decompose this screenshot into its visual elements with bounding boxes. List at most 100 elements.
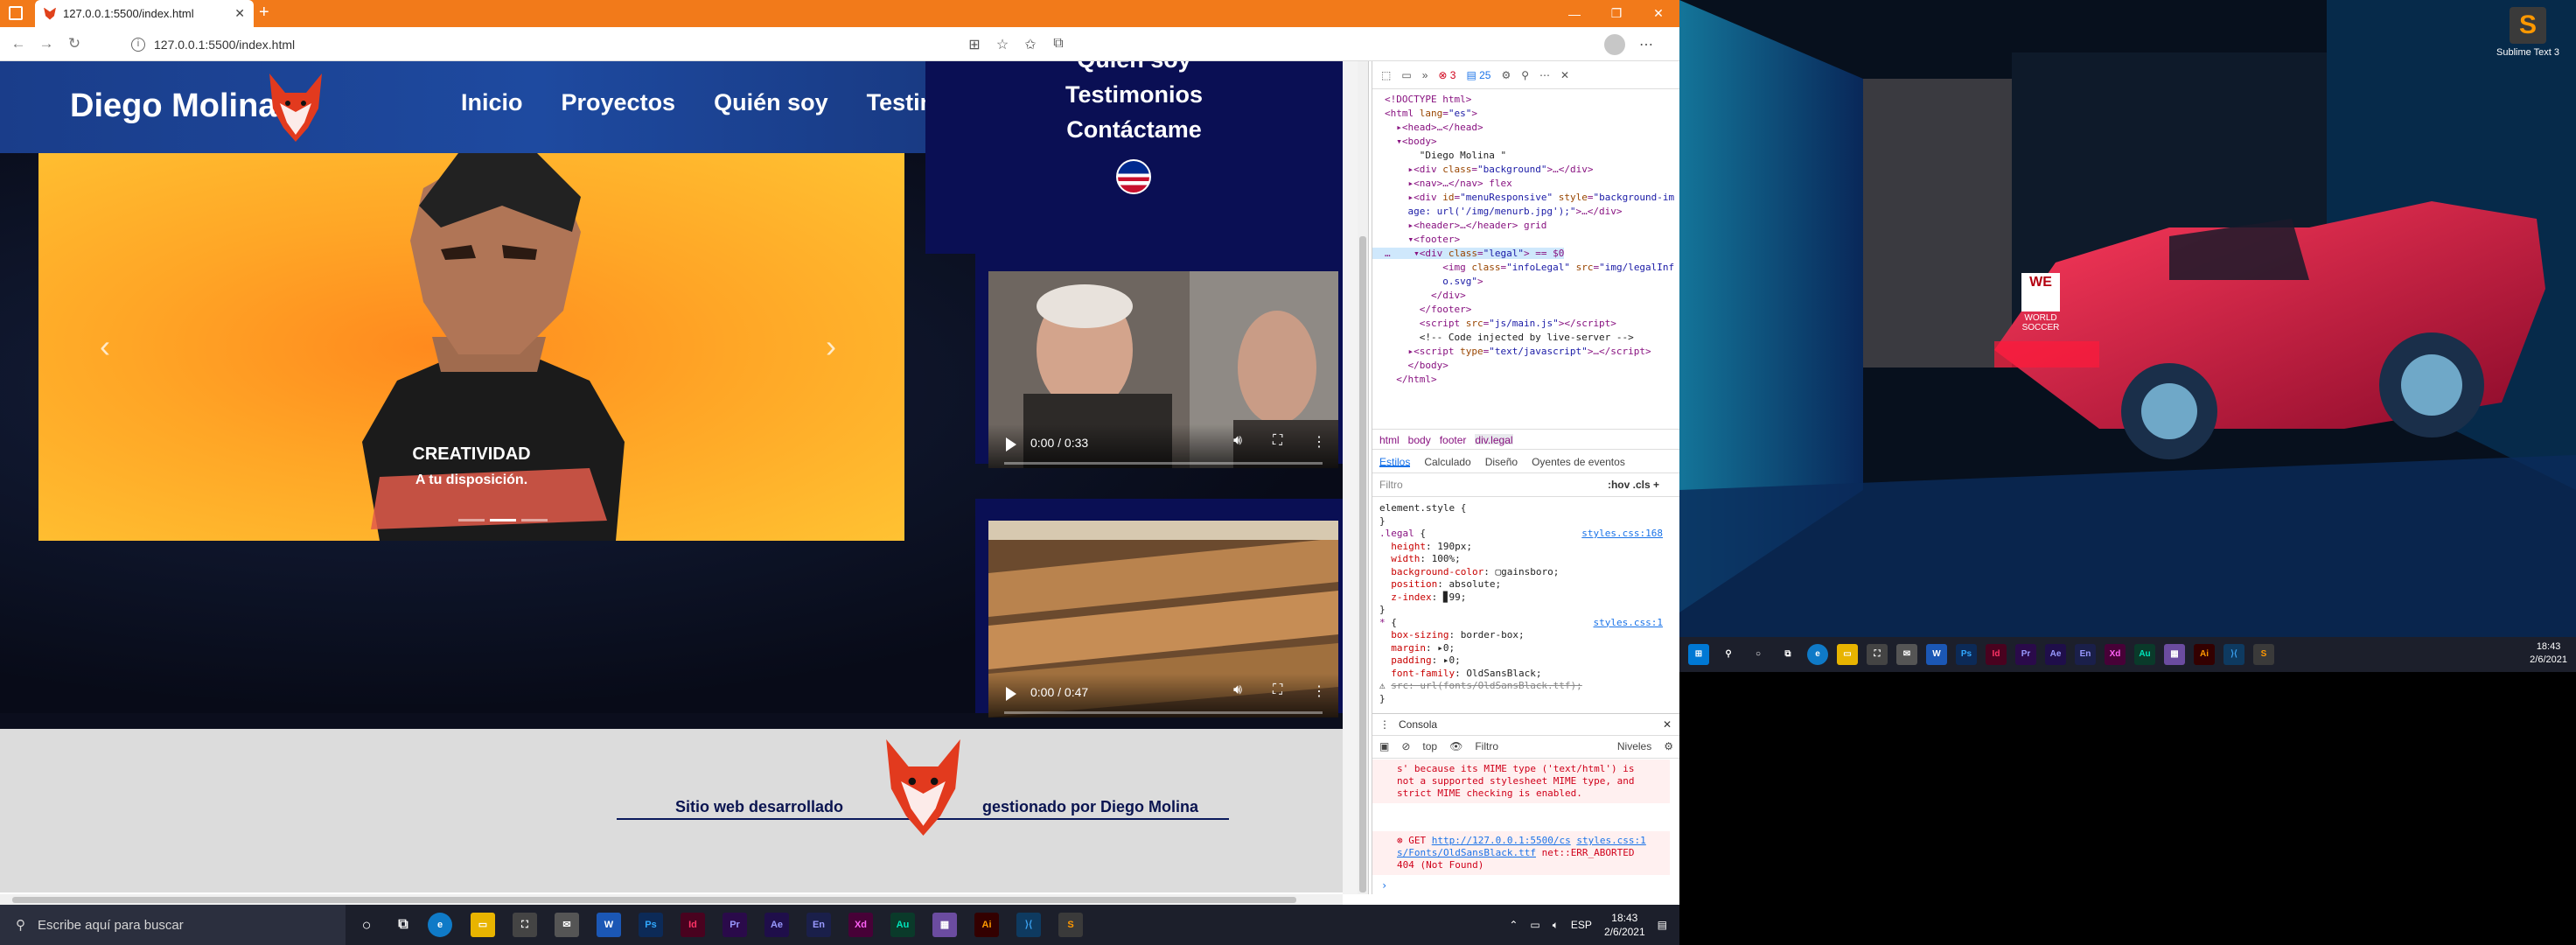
video-2-fullscreen-icon[interactable]: ⛶ [1273,682,1282,698]
more-menu-icon[interactable]: ⋯ [1637,36,1655,53]
start-icon[interactable]: ⊞ [1688,644,1709,665]
dom-line[interactable]: <img class="infoLegal" src="img/legalInf [1385,262,1674,273]
dom-line[interactable]: </body> [1385,360,1448,371]
vertical-scroll-thumb[interactable] [1359,236,1366,892]
app-icon[interactable]: ▦ [932,913,957,937]
nav-inicio[interactable]: Inicio [461,89,523,116]
tab-actions-icon[interactable] [9,6,23,20]
audition-icon[interactable]: Au [890,913,915,937]
store-icon-2[interactable]: ⛶ [1867,644,1888,665]
horizontal-scroll-thumb[interactable] [12,897,1296,903]
more-tabs-icon[interactable]: » [1422,69,1428,81]
minimize-icon[interactable]: — [1553,0,1595,27]
style-rule[interactable]: * {styles.css:1 box-sizing: border-box; … [1379,617,1663,704]
nav-proyectos[interactable]: Proyectos [562,89,676,116]
video-1-volume-icon[interactable]: 🔊︎ [1233,433,1242,449]
taskbar-search[interactable]: ⚲ Escribe aquí para buscar [0,905,346,945]
taskbar-clock[interactable]: 18:43 2/6/2021 [1604,911,1645,939]
dom-line[interactable]: ▾<body> [1385,136,1436,147]
devtools-more-icon[interactable]: ⋯ [1539,69,1550,81]
dom-line[interactable]: ▸<script type="text/javascript">…</scrip… [1385,346,1651,357]
sublime-icon[interactable]: S [1058,913,1083,937]
tray-chevron-icon[interactable]: ⌃ [1509,919,1518,931]
crumb-footer[interactable]: footer [1440,434,1467,446]
search-icon-2[interactable]: ⚲ [1718,644,1739,665]
video-2[interactable]: 0:00 / 0:47 🔊︎ ⛶ ⋮ [988,521,1338,718]
xd-icon-2[interactable]: Xd [2105,644,2126,665]
dom-line-selected[interactable]: … ▾<div class="legal"> == $0 [1372,248,1565,259]
dom-line[interactable]: </div> [1385,290,1466,301]
drawer-close-icon[interactable]: ✕ [1663,718,1672,731]
message-count[interactable]: ▤ 25 [1466,69,1490,81]
console-sidebar-icon[interactable]: ▣ [1379,740,1389,753]
taskbar-clock-2[interactable]: 18:43 2/6/2021 [2530,640,2567,667]
connect-icon[interactable]: ⚲ [1521,69,1529,81]
url-field[interactable]: i 127.0.0.1:5500/index.html [131,32,1496,57]
page-horizontal-scrollbar[interactable] [0,894,1343,905]
cortana-icon[interactable]: ○ [354,913,379,937]
dom-line[interactable]: ▾<footer> [1385,234,1460,245]
drawer-menu-icon[interactable]: ⋮ [1379,718,1390,731]
task-view-icon[interactable]: ⧉ [391,913,415,937]
carousel-prev-icon[interactable]: ‹ [100,328,110,365]
video-1[interactable]: 0:00 / 0:33 🔊︎ ⛶ ⋮ [988,271,1338,468]
tab-estilos[interactable]: Estilos [1379,456,1411,468]
dom-line[interactable]: "Diego Molina " [1385,150,1506,161]
after-effects-icon-2[interactable]: Ae [2045,644,2066,665]
close-window-icon[interactable]: ✕ [1637,0,1679,27]
styles-filter-tools[interactable]: :hov .cls + [1608,479,1659,491]
carousel-next-icon[interactable]: › [826,328,836,365]
video-2-progress[interactable] [1004,711,1323,714]
volume-icon[interactable]: 🔈︎ [1553,919,1559,932]
network-icon[interactable]: ▭ [1530,919,1539,931]
dom-line[interactable]: ▸<div class="background">…</div> [1385,164,1593,175]
console-levels[interactable]: Niveles [1617,740,1651,753]
video-1-progress[interactable] [1004,462,1323,465]
styles-filter[interactable]: Filtro :hov .cls + [1372,474,1679,497]
close-tab-icon[interactable]: ✕ [234,6,245,21]
menu-contactame[interactable]: Contáctame [925,112,1343,147]
dom-line[interactable]: <!DOCTYPE html> [1385,94,1471,105]
console-tab[interactable]: Consola [1399,718,1437,731]
devtools-close-icon[interactable]: ✕ [1560,69,1569,81]
video-2-more-icon[interactable]: ⋮ [1312,682,1326,700]
indicator-3[interactable] [521,519,548,522]
illustrator-icon-2[interactable]: Ai [2194,644,2215,665]
photoshop-icon[interactable]: Ps [639,913,663,937]
settings-gear-icon[interactable]: ⚙ [1501,69,1511,81]
dom-line[interactable]: ▸<div id="menuResponsive" style="backgro… [1385,192,1674,203]
premiere-icon[interactable]: Pr [723,913,747,937]
console-filter[interactable]: Filtro [1475,740,1498,753]
vscode-icon-2[interactable]: ⟩⟨ [2223,644,2244,665]
refresh-icon[interactable]: ↻ [65,35,84,54]
new-tab-icon[interactable]: + [259,3,269,23]
dom-line[interactable]: age: url('/img/menurb.jpg');">…</div> [1385,206,1622,217]
dom-line[interactable]: o.svg"> [1385,276,1483,287]
dom-line[interactable]: </html> [1385,374,1436,385]
video-1-play-icon[interactable] [1006,438,1016,452]
word-icon[interactable]: W [597,913,621,937]
site-info-icon[interactable]: i [131,38,145,52]
dom-line[interactable]: <script src="js/main.js"></script> [1385,318,1616,329]
dom-line[interactable]: </footer> [1385,304,1472,315]
favorite-star-icon[interactable]: ☆ [994,36,1011,53]
file-explorer-icon[interactable]: ▭ [471,913,495,937]
back-icon[interactable]: ← [9,35,28,54]
xd-icon[interactable]: Xd [848,913,873,937]
dom-line[interactable]: ▸<nav>…</nav> flex [1385,178,1511,189]
indicator-2[interactable] [490,519,516,522]
console-eye-icon[interactable]: 👁︎ [1449,740,1463,753]
nav-quien-soy[interactable]: Quién soy [714,89,828,116]
illustrator-icon[interactable]: Ai [974,913,999,937]
style-rule[interactable]: .legal {styles.css:168 height: 190px; wi… [1379,528,1663,615]
crumb-html[interactable]: html [1379,434,1400,446]
cortana-icon-2[interactable]: ○ [1748,644,1769,665]
inspect-icon[interactable]: ⬚ [1381,69,1391,81]
page-vertical-scrollbar[interactable] [1358,61,1368,894]
encoder-icon-2[interactable]: En [2075,644,2096,665]
file-explorer-icon-2[interactable]: ▭ [1837,644,1858,665]
tab-diseno[interactable]: Diseño [1485,456,1518,468]
menu-testimonios[interactable]: Testimonios [925,77,1343,112]
tab-oyentes[interactable]: Oyentes de eventos [1532,456,1625,468]
console-prompt[interactable]: › [1381,879,1387,892]
